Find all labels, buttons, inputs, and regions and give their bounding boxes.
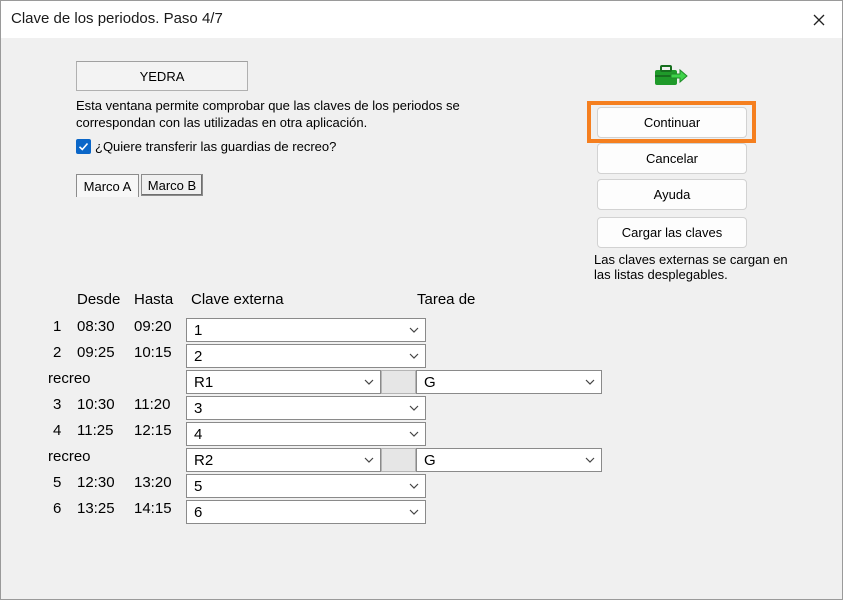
- export-briefcase-icon: [655, 65, 688, 85]
- recreo-gap: [381, 370, 416, 394]
- row-hasta: 10:15: [134, 344, 172, 361]
- close-button[interactable]: [796, 1, 842, 38]
- load-note: Las claves externas se cargan en las lis…: [594, 252, 804, 282]
- chevron-down-icon: [585, 379, 595, 385]
- cancelar-button[interactable]: Cancelar: [597, 143, 747, 174]
- description-line-2: correspondan con las utilizadas en otra …: [76, 115, 368, 130]
- description: Esta ventana permite comprobar que las c…: [76, 97, 496, 131]
- clave-select-value: 2: [194, 348, 203, 365]
- row-number: 6: [53, 500, 62, 517]
- clave-select-value: 4: [194, 426, 203, 443]
- row-number: 4: [53, 422, 62, 439]
- clave-select-value: 5: [194, 478, 203, 495]
- chevron-down-icon: [364, 379, 374, 385]
- close-icon: [813, 14, 825, 25]
- description-line-1: Esta ventana permite comprobar que las c…: [76, 98, 460, 113]
- chevron-down-icon: [364, 457, 374, 463]
- clave-select-4[interactable]: 4: [186, 422, 426, 446]
- tarea-select-value: G: [424, 452, 436, 469]
- chevron-down-icon: [409, 431, 419, 437]
- continuar-button[interactable]: Continuar: [597, 107, 747, 138]
- header-tarea-de: Tarea de: [417, 291, 476, 308]
- row-desde: 09:25: [77, 344, 115, 361]
- header-clave-externa: Clave externa: [191, 291, 284, 308]
- row-desde: 08:30: [77, 318, 115, 335]
- clave-select-6[interactable]: 6: [186, 500, 426, 524]
- row-number: 2: [53, 344, 62, 361]
- tarea-select-value: G: [424, 374, 436, 391]
- checkmark-icon: [78, 142, 89, 151]
- chevron-down-icon: [409, 405, 419, 411]
- clave-select-r2[interactable]: R2: [186, 448, 381, 472]
- chevron-down-icon: [409, 483, 419, 489]
- clave-select-value: R1: [194, 374, 214, 391]
- clave-select-value: 3: [194, 400, 203, 417]
- clave-select-value: 1: [194, 322, 203, 339]
- clave-select-5[interactable]: 5: [186, 474, 426, 498]
- tarea-select-r2[interactable]: G: [416, 448, 602, 472]
- tab-marco-b[interactable]: Marco B: [141, 174, 203, 196]
- recreo-label: recreo: [48, 448, 91, 465]
- row-desde: 12:30: [77, 474, 115, 491]
- row-hasta: 14:15: [134, 500, 172, 517]
- row-number: 1: [53, 318, 62, 335]
- row-desde: 11:25: [77, 422, 114, 439]
- header-desde: Desde: [77, 291, 121, 308]
- tarea-select-r1[interactable]: G: [416, 370, 602, 394]
- clave-select-r1[interactable]: R1: [186, 370, 381, 394]
- transfer-checkbox-label[interactable]: ¿Quiere transferir las guardias de recre…: [95, 139, 336, 154]
- transfer-checkbox[interactable]: [76, 139, 91, 154]
- name-box: YEDRA: [76, 61, 248, 91]
- row-hasta: 11:20: [134, 396, 171, 413]
- chevron-down-icon: [409, 327, 419, 333]
- row-number: 5: [53, 474, 62, 491]
- clave-select-1[interactable]: 1: [186, 318, 426, 342]
- header-hasta: Hasta: [134, 291, 174, 308]
- clave-select-value: 6: [194, 504, 203, 521]
- title-bar: Clave de los periodos. Paso 4/7: [1, 1, 842, 38]
- clave-select-3[interactable]: 3: [186, 396, 426, 420]
- tab-marco-a[interactable]: Marco A: [76, 174, 139, 197]
- note-line-2: las listas desplegables.: [594, 267, 728, 282]
- row-hasta: 12:15: [134, 422, 172, 439]
- recreo-label: recreo: [48, 370, 91, 387]
- window-title: Clave de los periodos. Paso 4/7: [11, 10, 223, 27]
- clave-select-value: R2: [194, 452, 214, 469]
- cargar-claves-button[interactable]: Cargar las claves: [597, 217, 747, 248]
- chevron-down-icon: [409, 509, 419, 515]
- note-line-1: Las claves externas se cargan en: [594, 252, 788, 267]
- row-number: 3: [53, 396, 62, 413]
- row-desde: 10:30: [77, 396, 115, 413]
- row-desde: 13:25: [77, 500, 115, 517]
- row-hasta: 13:20: [134, 474, 172, 491]
- clave-select-2[interactable]: 2: [186, 344, 426, 368]
- chevron-down-icon: [409, 353, 419, 359]
- row-hasta: 09:20: [134, 318, 172, 335]
- recreo-gap: [381, 448, 416, 472]
- ayuda-button[interactable]: Ayuda: [597, 179, 747, 210]
- dialog-window: Clave de los periodos. Paso 4/7 YEDRA Es…: [0, 0, 843, 600]
- chevron-down-icon: [585, 457, 595, 463]
